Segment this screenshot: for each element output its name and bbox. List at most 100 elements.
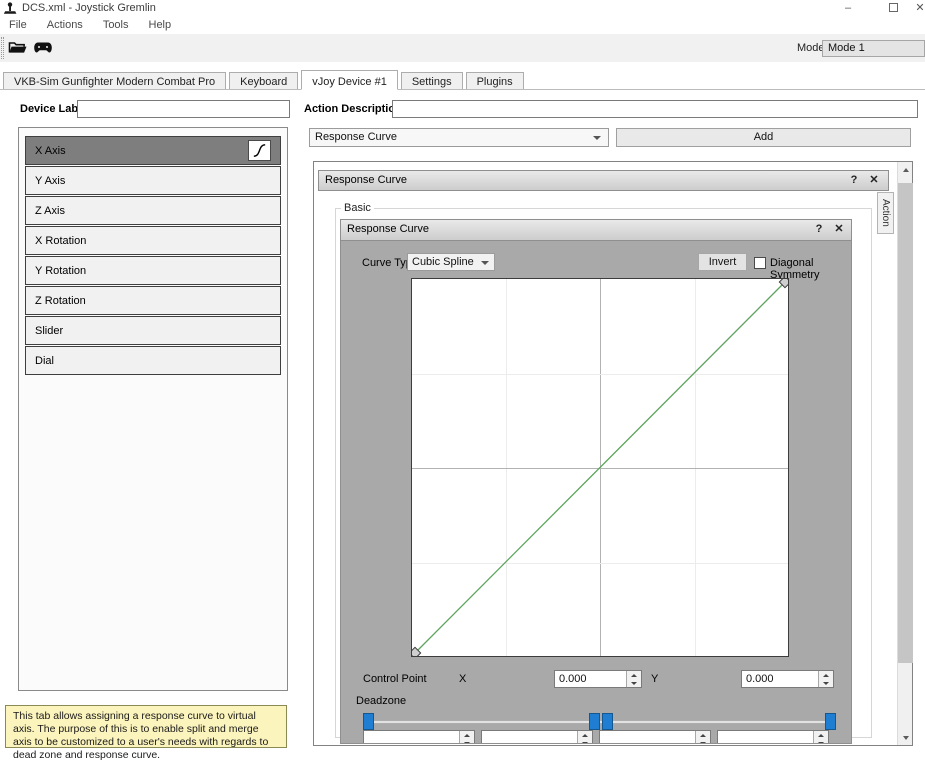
- spin-buttons: [695, 731, 710, 743]
- triangle-down-icon: [582, 741, 588, 743]
- mode-label: Mode: [797, 42, 825, 54]
- invert-button[interactable]: Invert: [698, 253, 747, 271]
- curve-plot: [412, 279, 788, 656]
- triangle-down-icon: [818, 741, 824, 743]
- spin-up-button[interactable]: [696, 731, 710, 739]
- tab-help-note: This tab allows assigning a response cur…: [5, 705, 287, 761]
- action-panel: ✕ ? Response Curve Action Basic ✕ ? Resp…: [314, 162, 897, 745]
- control-point-x-spinbox[interactable]: 0.000: [554, 670, 642, 688]
- title-bar: DCS.xml - Joystick Gremlin – ✕: [0, 0, 925, 17]
- spin-buttons: [813, 731, 828, 743]
- spin-down-button[interactable]: [819, 679, 833, 687]
- toolbar-drag-handle[interactable]: [1, 37, 4, 59]
- scrollbar-thumb[interactable]: [898, 183, 913, 663]
- control-point-y-value: 0.000: [746, 673, 774, 685]
- response-curve-graph[interactable]: [411, 278, 789, 657]
- action-panel-title: Response Curve: [325, 174, 407, 186]
- add-action-button[interactable]: Add: [616, 128, 911, 147]
- spin-up-button[interactable]: [578, 731, 592, 739]
- menu-tools[interactable]: Tools: [93, 17, 139, 34]
- control-point-y-spinbox[interactable]: 0.000: [741, 670, 834, 688]
- sidebar-item-slider[interactable]: Slider: [25, 316, 281, 345]
- control-point-x-label: X: [459, 673, 467, 685]
- maximize-square-icon: [888, 3, 898, 12]
- device-tab-bar: VKB-Sim Gunfighter Modern Combat Pro Key…: [0, 70, 925, 90]
- spin-down-button[interactable]: [460, 739, 474, 743]
- sidebar-item-y-axis[interactable]: Y Axis: [25, 166, 281, 195]
- app-joystick-icon: [4, 2, 17, 14]
- sidebar-item-label: Z Axis: [35, 204, 65, 217]
- menu-file[interactable]: File: [0, 17, 37, 34]
- action-type-select[interactable]: Response Curve: [309, 128, 609, 147]
- triangle-down-icon: [464, 741, 470, 743]
- sidebar-item-z-rotation[interactable]: Z Rotation: [25, 286, 281, 315]
- mode-select[interactable]: Mode 1: [822, 40, 925, 57]
- spin-up-button[interactable]: [627, 671, 641, 679]
- deadzone-max-spinbox[interactable]: [717, 730, 829, 743]
- curve-type-select[interactable]: Cubic Spline: [407, 253, 495, 271]
- editor-close-button[interactable]: ✕: [829, 220, 849, 239]
- action-type-select-value: Response Curve: [315, 131, 397, 143]
- deadzone-center-high-spinbox[interactable]: [599, 730, 711, 743]
- diagonal-symmetry-checkbox[interactable]: [754, 257, 766, 269]
- deadzone-handle-max[interactable]: [825, 713, 836, 730]
- spin-down-button[interactable]: [814, 739, 828, 743]
- sidebar-item-label: X Rotation: [35, 234, 87, 247]
- spin-up-button[interactable]: [814, 731, 828, 739]
- vertical-scrollbar[interactable]: [897, 162, 913, 745]
- tab-vjoy-device-1[interactable]: vJoy Device #1: [301, 70, 398, 90]
- menu-actions[interactable]: Actions: [37, 17, 93, 34]
- deadzone-handle-min[interactable]: [363, 713, 374, 730]
- tab-settings[interactable]: Settings: [400, 72, 463, 89]
- gamepad-icon: [34, 42, 52, 53]
- device-information-button[interactable]: [33, 39, 55, 57]
- spin-up-button[interactable]: [460, 731, 474, 739]
- response-curve-assigned-chip: [248, 140, 271, 161]
- basic-group-label: Basic: [341, 202, 374, 214]
- sidebar-item-y-rotation[interactable]: Y Rotation: [25, 256, 281, 285]
- deadzone-center-low-spinbox[interactable]: [481, 730, 593, 743]
- scrollbar-up-button[interactable]: [898, 162, 913, 177]
- curve-type-value: Cubic Spline: [412, 256, 474, 268]
- action-close-button[interactable]: ✕: [864, 171, 884, 190]
- triangle-up-icon: [818, 733, 824, 737]
- deadzone-min-spinbox[interactable]: [363, 730, 475, 743]
- sidebar-item-label: Slider: [35, 324, 64, 337]
- action-help-button[interactable]: ?: [844, 171, 864, 190]
- spin-buttons: [818, 671, 833, 687]
- sidebar-item-label: X Axis: [35, 144, 66, 157]
- control-point-label: Control Point: [363, 673, 427, 685]
- scrollbar-down-button[interactable]: [898, 730, 913, 745]
- spin-up-button[interactable]: [819, 671, 833, 679]
- chevron-down-icon: [593, 136, 601, 140]
- sidebar-item-x-rotation[interactable]: X Rotation: [25, 226, 281, 255]
- spin-down-button[interactable]: [696, 739, 710, 743]
- spin-down-button[interactable]: [627, 679, 641, 687]
- tab-plugins[interactable]: Plugins: [465, 72, 524, 89]
- device-label-input[interactable]: [77, 100, 290, 118]
- triangle-down-icon: [631, 681, 637, 685]
- triangle-up-icon: [631, 673, 637, 677]
- chevron-down-icon: [481, 261, 489, 265]
- sidebar-item-dial[interactable]: Dial: [25, 346, 281, 375]
- sidebar-item-x-axis[interactable]: X Axis: [25, 136, 281, 165]
- maximize-button[interactable]: [878, 0, 908, 17]
- menu-help[interactable]: Help: [139, 17, 182, 34]
- tab-action-vertical[interactable]: Action: [877, 192, 894, 234]
- deadzone-handle-center-high[interactable]: [602, 713, 613, 730]
- deadzone-handle-center-low[interactable]: [589, 713, 600, 730]
- editor-help-button[interactable]: ?: [809, 220, 829, 239]
- sidebar-item-z-axis[interactable]: Z Axis: [25, 196, 281, 225]
- sidebar-item-label: Dial: [35, 354, 54, 367]
- triangle-up-icon: [902, 167, 909, 172]
- tab-vkb-sim-gunfighter[interactable]: VKB-Sim Gunfighter Modern Combat Pro: [3, 72, 227, 89]
- tab-keyboard[interactable]: Keyboard: [229, 72, 299, 89]
- response-curve-editor-header: ✕ ? Response Curve: [341, 220, 851, 241]
- triangle-up-icon: [823, 673, 829, 677]
- action-description-input[interactable]: [392, 100, 918, 118]
- minimize-button[interactable]: –: [833, 0, 863, 17]
- spin-down-button[interactable]: [578, 739, 592, 743]
- open-profile-button[interactable]: [8, 39, 30, 57]
- open-folder-icon: [8, 42, 27, 53]
- close-button[interactable]: ✕: [905, 0, 925, 17]
